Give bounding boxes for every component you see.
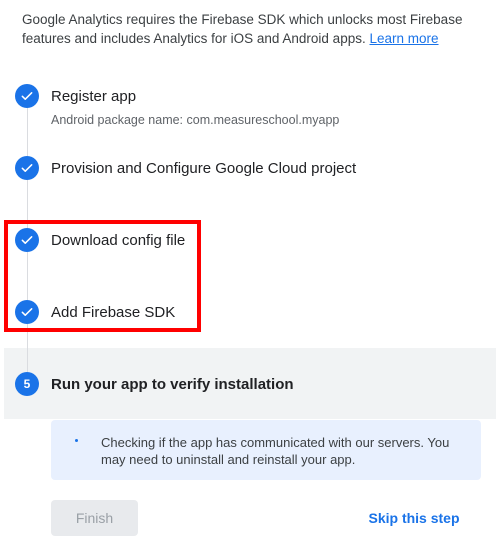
info-message: Checking if the app has communicated wit… [101,435,450,467]
step-subtitle-package-name: Android package name: com.measureschool.… [51,113,340,127]
intro-text: Google Analytics requires the Firebase S… [22,10,472,48]
progress-spinner-icon [75,439,78,442]
check-icon [15,156,39,180]
learn-more-link[interactable]: Learn more [369,31,438,46]
step-title-run-app: Run your app to verify installation [51,376,294,393]
highlight-annotation [4,220,201,332]
check-icon [15,84,39,108]
step-number-badge: 5 [15,372,39,396]
step-title-provision: Provision and Configure Google Cloud pro… [51,160,357,177]
step-connector [27,348,28,372]
skip-step-button[interactable]: Skip this step [360,500,468,536]
info-box: Checking if the app has communicated wit… [51,420,481,480]
finish-button[interactable]: Finish [51,500,138,536]
step-connector [27,108,28,156]
step-title-register-app: Register app [51,88,137,105]
